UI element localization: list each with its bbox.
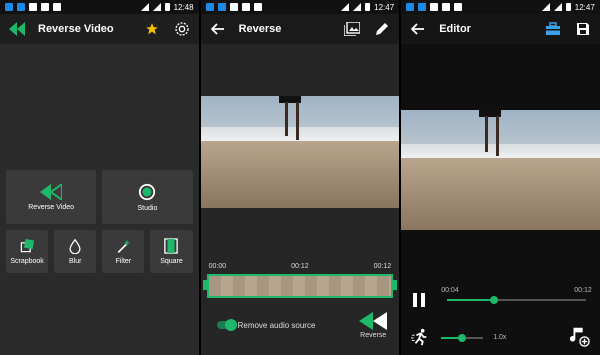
reverse-icon bbox=[40, 183, 63, 200]
status-time: 12:48 bbox=[173, 2, 194, 12]
tile-label: Scrapbook bbox=[10, 258, 44, 265]
pause-icon bbox=[413, 293, 426, 307]
seek-bar[interactable] bbox=[447, 296, 586, 304]
tile-label: Reverse Video bbox=[28, 203, 75, 211]
toolbox-icon[interactable] bbox=[544, 20, 562, 38]
reverse-screen: 12:47 Reverse 00:00 00:12 00:12 Remove a… bbox=[200, 0, 400, 355]
status-bar: 12:48 bbox=[0, 0, 199, 14]
app-bar: Reverse Video bbox=[0, 14, 199, 44]
app-notification-icon bbox=[217, 3, 226, 11]
blur-tile[interactable]: Blur bbox=[54, 230, 97, 273]
message-icon bbox=[430, 3, 439, 11]
screen-title: Reverse bbox=[238, 23, 282, 35]
edit-pencil-icon[interactable] bbox=[373, 20, 391, 38]
studio-icon bbox=[139, 183, 156, 200]
message-icon bbox=[442, 3, 451, 11]
app-notification-icon bbox=[5, 3, 13, 11]
reverse-video-tile[interactable]: Reverse Video bbox=[6, 170, 97, 224]
screen-title: Editor bbox=[439, 23, 471, 35]
back-arrow-icon[interactable] bbox=[409, 20, 427, 38]
app-bar: Reverse bbox=[200, 14, 400, 44]
feature-grid: Reverse Video Studio Scrapbook Blur Filt… bbox=[6, 170, 193, 273]
app-bar: Editor bbox=[401, 14, 600, 44]
battery-icon bbox=[164, 3, 170, 11]
app-notification-icon bbox=[53, 3, 61, 11]
tile-label: Filter bbox=[115, 258, 132, 265]
signal-icon bbox=[152, 3, 161, 11]
running-man-icon bbox=[411, 328, 429, 346]
reverse-button[interactable]: Reverse bbox=[359, 312, 388, 339]
square-tile[interactable]: Square bbox=[150, 230, 193, 273]
app-notification-icon bbox=[205, 3, 214, 11]
scrapbook-tile[interactable]: Scrapbook bbox=[6, 230, 49, 273]
wifi-icon bbox=[140, 3, 149, 11]
total-duration: 00:12 bbox=[574, 287, 592, 294]
signal-icon bbox=[553, 3, 562, 11]
battery-icon bbox=[565, 3, 571, 11]
trim-start-time: 00:00 bbox=[208, 263, 227, 270]
message-icon bbox=[41, 3, 49, 11]
speed-value: 1.0x bbox=[493, 334, 507, 341]
add-music-icon bbox=[569, 327, 590, 347]
remove-audio-toggle[interactable] bbox=[216, 319, 237, 331]
seek-progress bbox=[447, 299, 495, 301]
star-icon[interactable] bbox=[143, 20, 161, 38]
reverse-label: Reverse bbox=[360, 332, 387, 339]
app-notification-icon bbox=[454, 3, 463, 11]
app-notification-icon bbox=[17, 3, 25, 11]
video-preview[interactable] bbox=[401, 110, 600, 230]
reverse-icon bbox=[359, 312, 388, 330]
signal-icon bbox=[353, 3, 362, 11]
app-title: Reverse Video bbox=[38, 23, 114, 35]
app-logo-icon bbox=[8, 20, 26, 38]
trim-left-handle[interactable] bbox=[202, 280, 209, 290]
tile-label: Square bbox=[160, 258, 183, 265]
wifi-icon bbox=[341, 3, 350, 11]
speed-slider[interactable] bbox=[441, 334, 484, 342]
trim-middle-time: 00:12 bbox=[291, 263, 309, 270]
gallery-icon[interactable] bbox=[343, 20, 361, 38]
trim-end-time: 00:12 bbox=[373, 263, 392, 270]
screenshots: 12:48 Reverse Video Reverse Video Studio… bbox=[0, 0, 600, 355]
message-icon bbox=[229, 3, 238, 11]
tile-label: Blur bbox=[68, 258, 82, 265]
video-preview[interactable] bbox=[200, 96, 400, 208]
status-time: 12:47 bbox=[374, 2, 395, 12]
trim-times: 00:00 00:12 00:12 bbox=[209, 263, 392, 270]
status-bar: 12:47 bbox=[401, 0, 600, 14]
pause-button[interactable] bbox=[411, 292, 427, 308]
app-notification-icon bbox=[406, 3, 415, 11]
blur-icon bbox=[69, 238, 81, 254]
playback-times: 00:04 00:12 bbox=[441, 287, 592, 294]
message-icon bbox=[29, 3, 37, 11]
trim-right-handle[interactable] bbox=[391, 280, 398, 290]
save-icon[interactable] bbox=[574, 20, 592, 38]
seek-handle[interactable] bbox=[490, 296, 499, 304]
app-notification-icon bbox=[253, 3, 262, 11]
studio-tile[interactable]: Studio bbox=[102, 170, 193, 224]
status-bar: 12:47 bbox=[200, 0, 400, 14]
message-icon bbox=[241, 3, 250, 11]
battery-icon bbox=[365, 3, 371, 11]
tile-label: Studio bbox=[137, 204, 158, 212]
scrapbook-icon bbox=[20, 238, 35, 253]
remove-audio-label: Remove audio source bbox=[237, 321, 316, 330]
trim-timeline[interactable] bbox=[202, 274, 398, 298]
status-time: 12:47 bbox=[574, 2, 595, 12]
speed-handle[interactable] bbox=[458, 334, 467, 342]
magic-wand-icon bbox=[117, 239, 131, 253]
filter-tile[interactable]: Filter bbox=[102, 230, 145, 273]
add-music-button[interactable] bbox=[568, 325, 590, 347]
settings-gear-icon[interactable] bbox=[173, 20, 191, 38]
app-notification-icon bbox=[418, 3, 427, 11]
current-position: 00:04 bbox=[441, 287, 459, 294]
wifi-icon bbox=[541, 3, 550, 11]
editor-screen: 12:47 Editor 00:04 00:12 1.0x bbox=[401, 0, 600, 355]
square-icon bbox=[164, 238, 179, 254]
home-screen: 12:48 Reverse Video Reverse Video Studio… bbox=[0, 0, 199, 355]
back-arrow-icon[interactable] bbox=[209, 20, 227, 38]
